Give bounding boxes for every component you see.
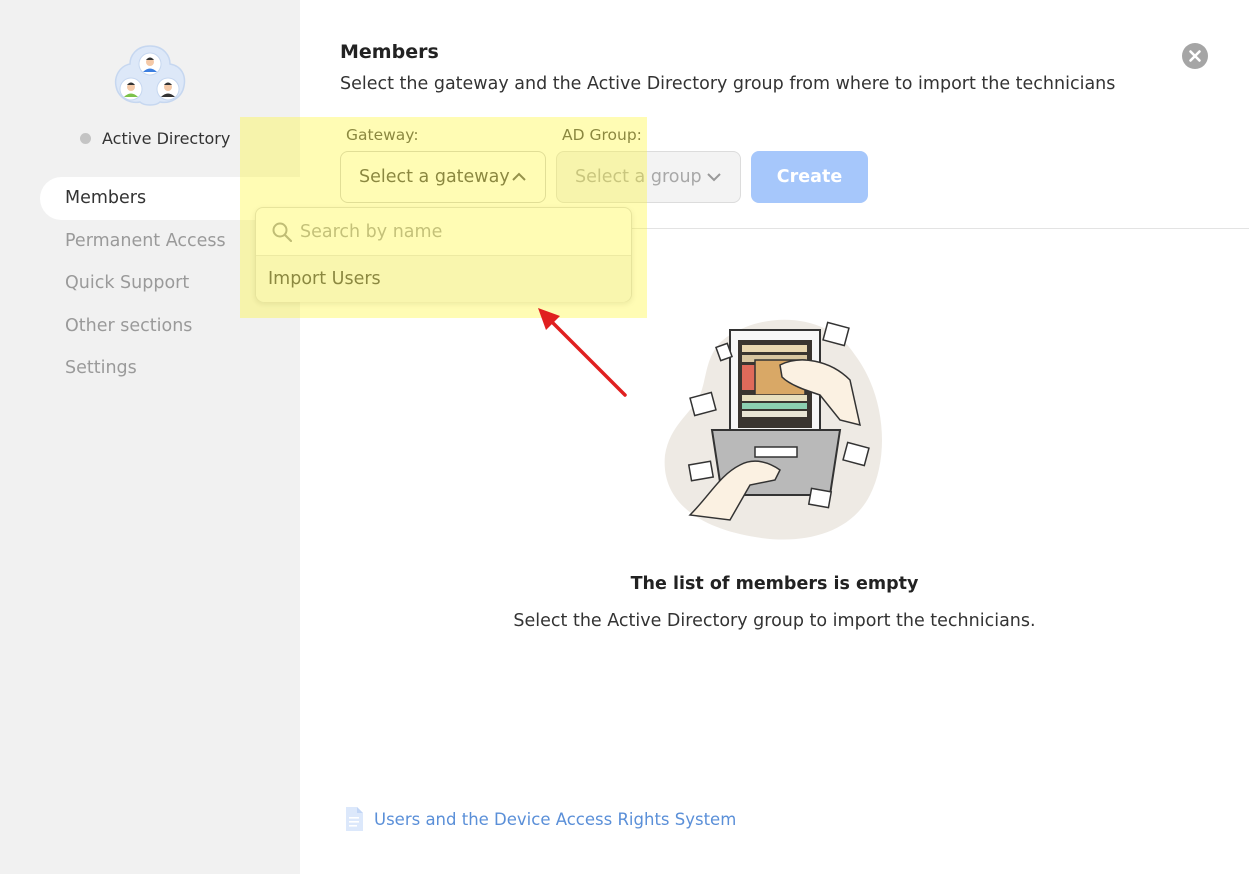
page-subtitle: Select the gateway and the Active Direct… — [340, 74, 1116, 94]
chevron-up-icon — [512, 172, 526, 181]
status-dot-icon — [80, 133, 91, 144]
chevron-down-icon — [707, 173, 721, 182]
ad-group-select-value: Select a group — [575, 167, 702, 187]
search-icon — [272, 222, 292, 242]
sidebar-item-other-sections[interactable]: Other sections — [40, 305, 300, 348]
close-icon — [1189, 50, 1201, 62]
dropdown-search — [256, 208, 631, 256]
file-cabinet-illustration — [664, 319, 882, 540]
document-icon — [346, 807, 363, 831]
dropdown-option-import-users[interactable]: Import Users — [256, 256, 631, 302]
main-panel: Members Select the gateway and the Activ… — [255, 0, 1249, 874]
gateway-label: Gateway: — [346, 126, 419, 144]
connection-status: Active Directory — [80, 129, 230, 148]
gateway-select-value: Select a gateway — [359, 167, 510, 187]
gateway-dropdown: Import Users — [255, 207, 632, 302]
ad-group-select[interactable]: Select a group — [556, 151, 741, 203]
create-button[interactable]: Create — [751, 151, 868, 203]
empty-state-title: The list of members is empty — [630, 574, 919, 594]
sidebar: Active Directory Members Permanent Acces… — [0, 0, 300, 874]
empty-state-text: Select the Active Directory group to imp… — [513, 611, 1036, 631]
ad-group-label: AD Group: — [562, 126, 642, 144]
documentation-link[interactable]: Users and the Device Access Rights Syste… — [344, 806, 736, 832]
documentation-link-label: Users and the Device Access Rights Syste… — [374, 809, 737, 829]
active-directory-logo — [112, 42, 188, 108]
close-button[interactable] — [1182, 43, 1208, 69]
search-input[interactable] — [300, 221, 600, 242]
sidebar-item-settings[interactable]: Settings — [40, 347, 300, 390]
gateway-select[interactable]: Select a gateway — [340, 151, 546, 203]
page-title: Members — [340, 41, 439, 63]
status-label: Active Directory — [102, 129, 231, 148]
